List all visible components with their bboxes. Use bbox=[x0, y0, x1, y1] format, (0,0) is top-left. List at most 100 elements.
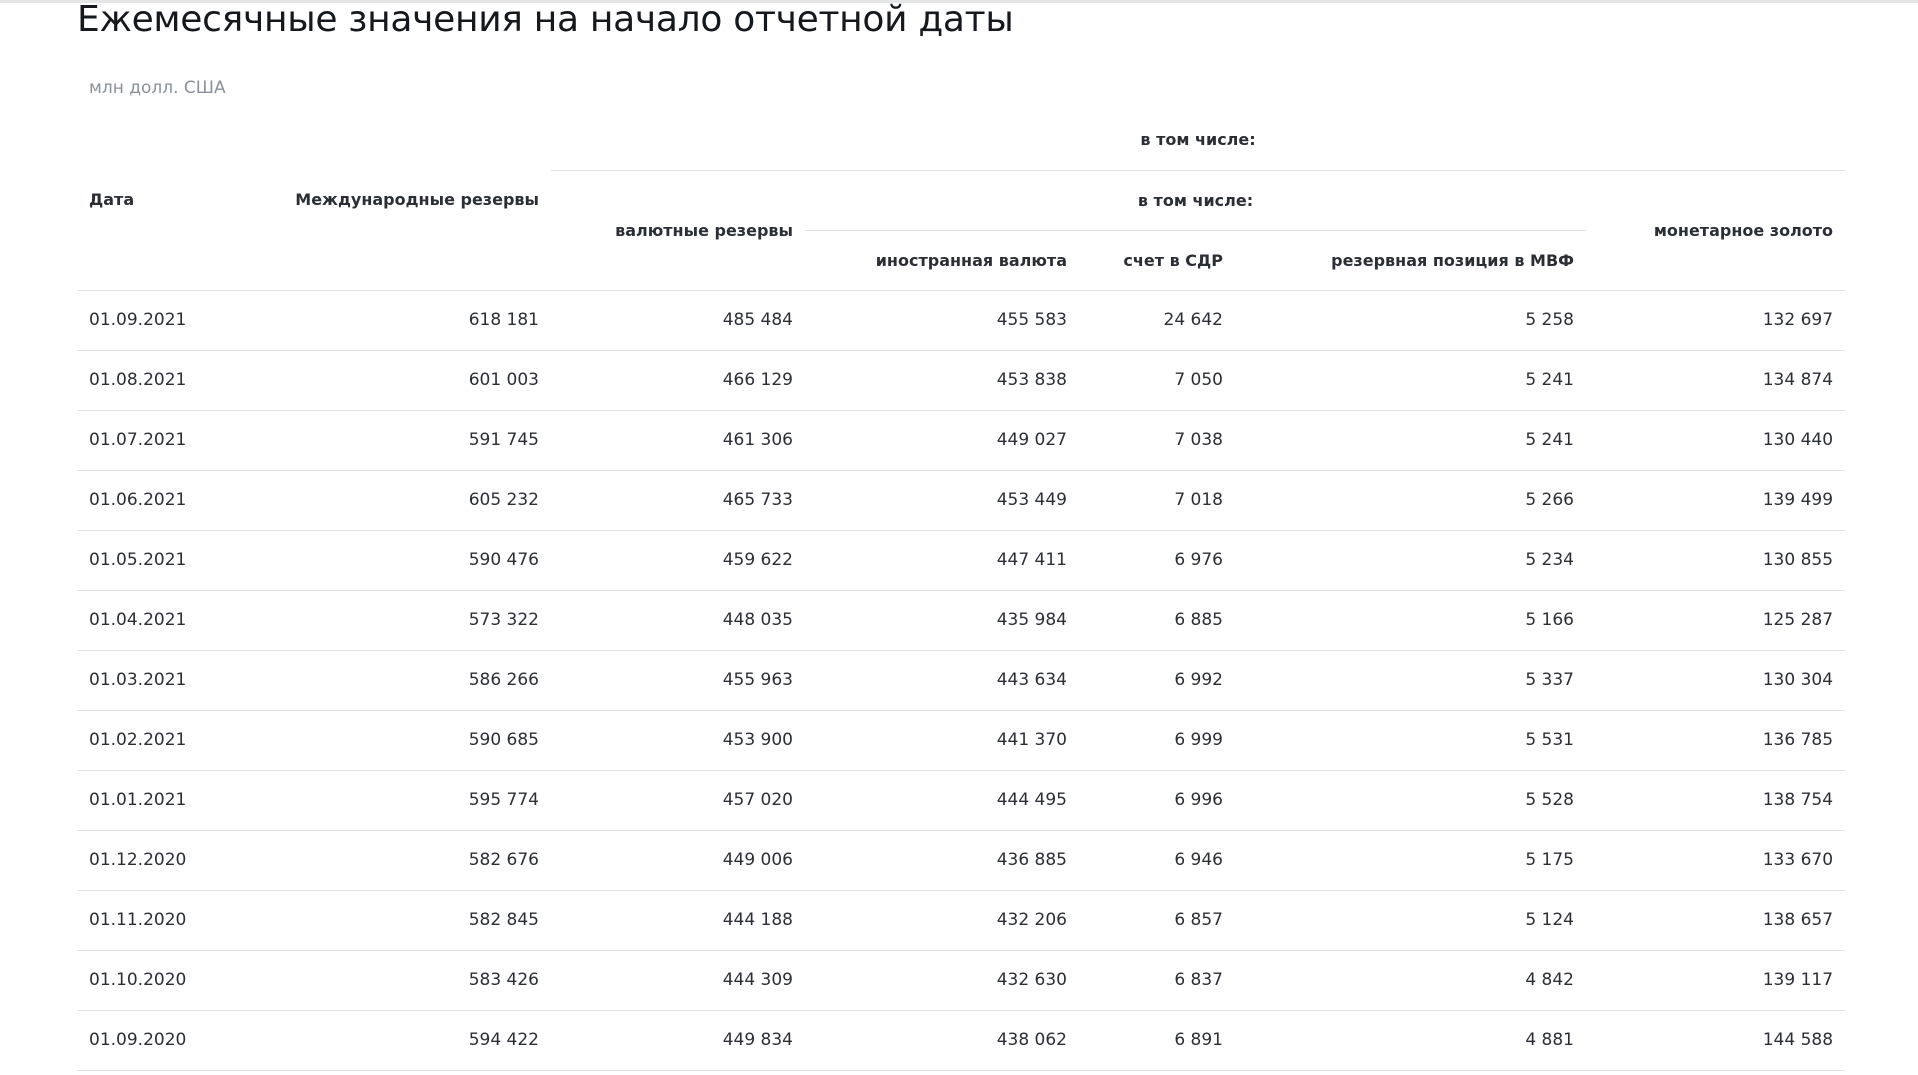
cell-imf-position: 5 241 bbox=[1235, 350, 1586, 411]
table-row: 01.06.2021 605 232 465 733 453 449 7 018… bbox=[77, 470, 1846, 531]
cell-foreign-currency: 453 838 bbox=[805, 350, 1079, 411]
header-date: Дата bbox=[77, 110, 264, 291]
cell-date: 01.03.2021 bbox=[77, 650, 264, 711]
cell-imf-position: 5 166 bbox=[1235, 590, 1586, 651]
cell-monetary-gold: 139 499 bbox=[1586, 470, 1846, 531]
cell-monetary-gold: 130 440 bbox=[1586, 410, 1846, 471]
cell-foreign-currency: 444 495 bbox=[805, 770, 1079, 831]
cell-sdr-account: 7 050 bbox=[1079, 350, 1235, 411]
page-title: Ежемесячные значения на начало отчетной … bbox=[77, 0, 1014, 40]
header-imf-position: резервная позиция в МВФ bbox=[1235, 230, 1586, 291]
cell-foreign-currency: 438 062 bbox=[805, 1010, 1079, 1071]
cell-imf-position: 5 337 bbox=[1235, 650, 1586, 711]
cell-foreign-currency: 449 027 bbox=[805, 410, 1079, 471]
table-row: 01.07.2021 591 745 461 306 449 027 7 038… bbox=[77, 410, 1846, 471]
cell-date: 01.08.2021 bbox=[77, 350, 264, 411]
cell-international-reserves: 583 426 bbox=[264, 950, 551, 1011]
cell-date: 01.07.2021 bbox=[77, 410, 264, 471]
table-row: 01.04.2021 573 322 448 035 435 984 6 885… bbox=[77, 590, 1846, 651]
cell-currency-reserves: 457 020 bbox=[551, 770, 805, 831]
cell-international-reserves: 586 266 bbox=[264, 650, 551, 711]
cell-date: 01.01.2021 bbox=[77, 770, 264, 831]
table-row: 01.05.2021 590 476 459 622 447 411 6 976… bbox=[77, 530, 1846, 591]
header-sdr-account: счет в СДР bbox=[1079, 230, 1235, 291]
table-row: 01.08.2021 601 003 466 129 453 838 7 050… bbox=[77, 350, 1846, 411]
cell-international-reserves: 591 745 bbox=[264, 410, 551, 471]
cell-date: 01.06.2021 bbox=[77, 470, 264, 531]
cell-currency-reserves: 448 035 bbox=[551, 590, 805, 651]
cell-sdr-account: 7 018 bbox=[1079, 470, 1235, 531]
cell-monetary-gold: 130 855 bbox=[1586, 530, 1846, 591]
cell-sdr-account: 6 885 bbox=[1079, 590, 1235, 651]
cell-imf-position: 5 266 bbox=[1235, 470, 1586, 531]
cell-imf-position: 5 234 bbox=[1235, 530, 1586, 591]
header-row-1: Дата Международные резервы в том числе: bbox=[77, 110, 1846, 291]
cell-monetary-gold: 144 588 bbox=[1586, 1010, 1846, 1071]
cell-sdr-account: 6 837 bbox=[1079, 950, 1235, 1011]
table-row: 01.12.2020 582 676 449 006 436 885 6 946… bbox=[77, 830, 1846, 891]
cell-international-reserves: 605 232 bbox=[264, 470, 551, 531]
cell-currency-reserves: 485 484 bbox=[551, 290, 805, 351]
reserves-table: Дата Международные резервы в том числе: … bbox=[77, 110, 1846, 1071]
cell-date: 01.05.2021 bbox=[77, 530, 264, 591]
cell-monetary-gold: 136 785 bbox=[1586, 710, 1846, 771]
cell-currency-reserves: 459 622 bbox=[551, 530, 805, 591]
cell-sdr-account: 6 976 bbox=[1079, 530, 1235, 591]
cell-currency-reserves: 449 834 bbox=[551, 1010, 805, 1071]
cell-international-reserves: 594 422 bbox=[264, 1010, 551, 1071]
cell-international-reserves: 590 476 bbox=[264, 530, 551, 591]
cell-date: 01.10.2020 bbox=[77, 950, 264, 1011]
cell-imf-position: 5 531 bbox=[1235, 710, 1586, 771]
cell-currency-reserves: 444 188 bbox=[551, 890, 805, 951]
cell-date: 01.12.2020 bbox=[77, 830, 264, 891]
cell-foreign-currency: 453 449 bbox=[805, 470, 1079, 531]
cell-imf-position: 5 241 bbox=[1235, 410, 1586, 471]
table-row: 01.11.2020 582 845 444 188 432 206 6 857… bbox=[77, 890, 1846, 951]
cell-monetary-gold: 139 117 bbox=[1586, 950, 1846, 1011]
table-row: 01.02.2021 590 685 453 900 441 370 6 999… bbox=[77, 710, 1846, 771]
cell-international-reserves: 582 845 bbox=[264, 890, 551, 951]
table-header: Дата Международные резервы в том числе: … bbox=[77, 110, 1846, 291]
cell-international-reserves: 601 003 bbox=[264, 350, 551, 411]
header-monetary-gold: монетарное золото bbox=[1586, 170, 1846, 291]
cell-sdr-account: 6 992 bbox=[1079, 650, 1235, 711]
cell-imf-position: 5 175 bbox=[1235, 830, 1586, 891]
cell-currency-reserves: 461 306 bbox=[551, 410, 805, 471]
cell-foreign-currency: 443 634 bbox=[805, 650, 1079, 711]
header-international-reserves: Международные резервы bbox=[264, 110, 551, 291]
cell-currency-reserves: 465 733 bbox=[551, 470, 805, 531]
cell-foreign-currency: 435 984 bbox=[805, 590, 1079, 651]
units-label: млн долл. США bbox=[89, 78, 226, 98]
cell-currency-reserves: 455 963 bbox=[551, 650, 805, 711]
cell-sdr-account: 6 891 bbox=[1079, 1010, 1235, 1071]
cell-currency-reserves: 449 006 bbox=[551, 830, 805, 891]
cell-imf-position: 5 528 bbox=[1235, 770, 1586, 831]
cell-sdr-account: 6 999 bbox=[1079, 710, 1235, 771]
table-row: 01.10.2020 583 426 444 309 432 630 6 837… bbox=[77, 950, 1846, 1011]
cell-monetary-gold: 133 670 bbox=[1586, 830, 1846, 891]
cell-sdr-account: 7 038 bbox=[1079, 410, 1235, 471]
cell-foreign-currency: 432 630 bbox=[805, 950, 1079, 1011]
cell-monetary-gold: 130 304 bbox=[1586, 650, 1846, 711]
cell-date: 01.09.2021 bbox=[77, 290, 264, 351]
cell-foreign-currency: 447 411 bbox=[805, 530, 1079, 591]
cell-currency-reserves: 453 900 bbox=[551, 710, 805, 771]
cell-date: 01.04.2021 bbox=[77, 590, 264, 651]
cell-international-reserves: 595 774 bbox=[264, 770, 551, 831]
cell-monetary-gold: 125 287 bbox=[1586, 590, 1846, 651]
cell-date: 01.02.2021 bbox=[77, 710, 264, 771]
table-body: 01.09.2021 618 181 485 484 455 583 24 64… bbox=[77, 290, 1846, 1071]
cell-currency-reserves: 466 129 bbox=[551, 350, 805, 411]
table-row: 01.09.2021 618 181 485 484 455 583 24 64… bbox=[77, 290, 1846, 351]
cell-international-reserves: 582 676 bbox=[264, 830, 551, 891]
cell-sdr-account: 6 946 bbox=[1079, 830, 1235, 891]
cell-imf-position: 4 881 bbox=[1235, 1010, 1586, 1071]
cell-imf-position: 4 842 bbox=[1235, 950, 1586, 1011]
cell-monetary-gold: 134 874 bbox=[1586, 350, 1846, 411]
cell-international-reserves: 573 322 bbox=[264, 590, 551, 651]
table-row: 01.09.2020 594 422 449 834 438 062 6 891… bbox=[77, 1010, 1846, 1071]
cell-sdr-account: 6 996 bbox=[1079, 770, 1235, 831]
cell-foreign-currency: 432 206 bbox=[805, 890, 1079, 951]
cell-foreign-currency: 441 370 bbox=[805, 710, 1079, 771]
cell-date: 01.09.2020 bbox=[77, 1010, 264, 1071]
